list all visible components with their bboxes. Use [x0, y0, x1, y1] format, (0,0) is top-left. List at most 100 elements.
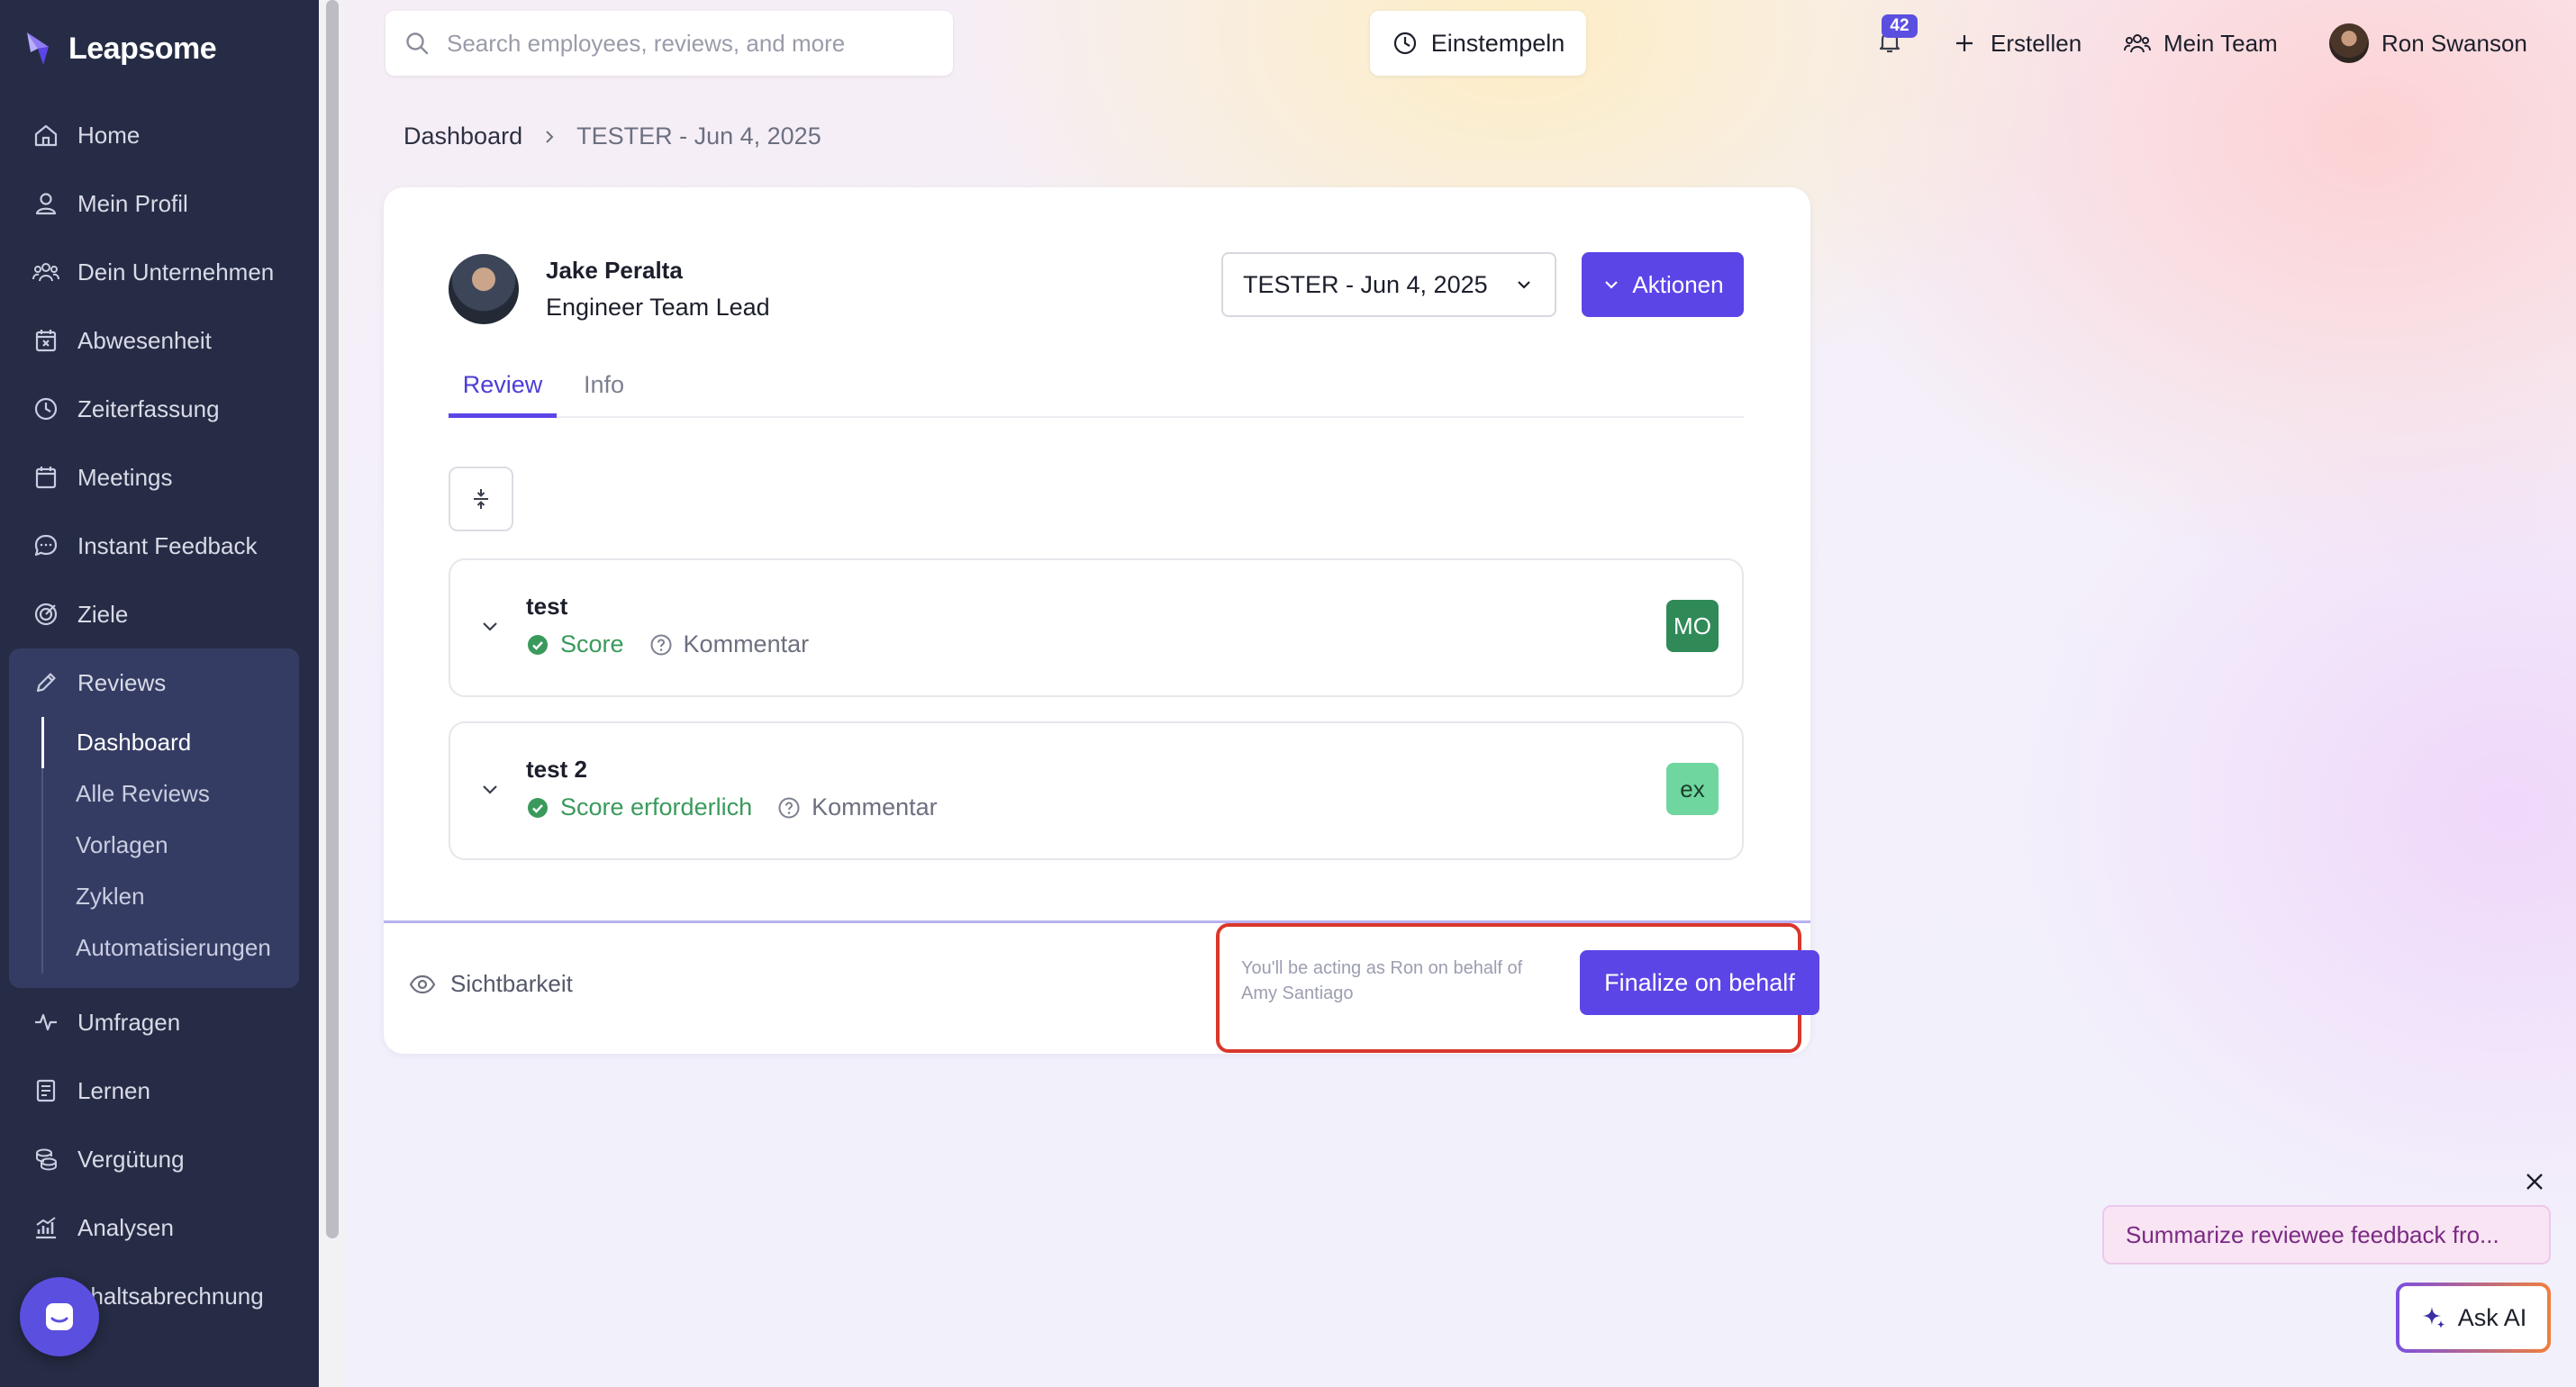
- clock-in-button[interactable]: Einstempeln: [1370, 11, 1586, 76]
- reviewer-initials-badge: MO: [1666, 600, 1719, 652]
- question-circle-icon: [650, 634, 672, 655]
- score-label: Score erforderlich: [560, 793, 753, 820]
- review-period-value: TESTER - Jun 4, 2025: [1243, 270, 1488, 298]
- sidebar-item-reviews[interactable]: Reviews: [9, 648, 299, 717]
- score-label: Score: [560, 630, 624, 657]
- sidebar-item-label: Abwesenheit: [77, 326, 212, 354]
- sidebar-item-label: Home: [77, 121, 141, 149]
- sidebar-item-label: Zeiterfassung: [77, 394, 220, 422]
- search-input[interactable]: [447, 29, 933, 58]
- calendar-x-icon: [35, 330, 57, 352]
- sidebar-item-analytics[interactable]: Analysen: [0, 1193, 319, 1262]
- comment-label: Kommentar: [812, 793, 938, 820]
- sidebar-item-profile[interactable]: Mein Profil: [0, 169, 319, 238]
- tab-info[interactable]: Info: [584, 357, 624, 418]
- tab-review[interactable]: Review: [449, 357, 557, 418]
- ask-ai-button[interactable]: Ask AI: [2396, 1283, 2551, 1353]
- actions-button[interactable]: Aktionen: [1582, 252, 1744, 317]
- subnav-item-templates[interactable]: Vorlagen: [43, 820, 299, 871]
- reviewee-header: Jake Peralta Engineer Team Lead: [449, 254, 770, 324]
- leapsome-logo[interactable]: Leapsome: [25, 25, 217, 72]
- create-button[interactable]: Erstellen: [1951, 23, 2082, 63]
- plus-icon: [1956, 35, 1973, 51]
- create-label: Erstellen: [1991, 29, 2082, 57]
- sidebar-item-label: Instant Feedback: [77, 531, 258, 559]
- sidebar-item-label: Umfragen: [77, 1008, 181, 1036]
- subnav-item-dashboard[interactable]: Dashboard: [41, 717, 299, 768]
- sidebar-item-surveys[interactable]: Umfragen: [0, 988, 319, 1056]
- comment-status: Kommentar: [649, 630, 810, 658]
- close-icon[interactable]: [2522, 1169, 2547, 1194]
- leapsome-logo-icon: [27, 32, 49, 65]
- team-icon: [2124, 34, 2151, 53]
- chevron-down-icon[interactable]: [477, 614, 503, 639]
- clock-in-label: Einstempeln: [1430, 29, 1565, 57]
- sidebar-item-label: Dein Unternehmen: [77, 258, 275, 286]
- sidebar-item-compensation[interactable]: Vergütung: [0, 1125, 319, 1193]
- sidebar-item-goals[interactable]: Ziele: [0, 580, 319, 648]
- global-search[interactable]: [385, 11, 953, 76]
- question-card[interactable]: test Score Kommentar MO: [449, 558, 1744, 697]
- question-circle-icon: [778, 797, 800, 818]
- coins-icon: [36, 1148, 57, 1171]
- sidebar-item-home[interactable]: Home: [0, 101, 319, 169]
- main-nav: Home Mein Profil Dein Unternehmen Abwese…: [0, 101, 319, 1330]
- subnav-item-cycles[interactable]: Zyklen: [43, 871, 299, 922]
- search-icon: [406, 32, 429, 55]
- collapse-all-button[interactable]: [449, 467, 513, 531]
- my-team-button[interactable]: Mein Team: [2124, 23, 2278, 63]
- breadcrumb-dashboard[interactable]: Dashboard: [404, 122, 522, 150]
- user-name: Ron Swanson: [2381, 29, 2527, 57]
- sidebar-item-label: Ziele: [77, 600, 129, 628]
- chevron-down-icon: [1605, 281, 1619, 289]
- sidebar-item-label: Meetings: [77, 463, 173, 491]
- ask-ai-label: Ask AI: [2457, 1303, 2527, 1331]
- eye-icon: [409, 975, 436, 993]
- sidebar-item-meetings[interactable]: Meetings: [0, 443, 319, 512]
- subnav-item-automations[interactable]: Automatisierungen: [43, 922, 299, 974]
- score-status: Score: [526, 630, 624, 658]
- sidebar-item-absence[interactable]: Abwesenheit: [0, 306, 319, 375]
- question-card[interactable]: test 2 Score erforderlich Kommentar ex: [449, 721, 1744, 860]
- clock-icon: [34, 397, 58, 421]
- review-card: Jake Peralta Engineer Team Lead TESTER -…: [384, 187, 1819, 1054]
- sidebar-item-label: Analysen: [77, 1213, 174, 1241]
- sidebar-item-label: Mein Profil: [77, 189, 188, 217]
- finalize-on-behalf-button[interactable]: Finalize on behalf: [1580, 950, 1819, 1015]
- sidebar-item-time-tracking[interactable]: Zeiterfassung: [0, 375, 319, 443]
- reviewee-name: Jake Peralta: [546, 257, 683, 284]
- sidebar-item-label: Reviews: [77, 668, 167, 696]
- sidebar-scrollbar-thumb[interactable]: [326, 0, 339, 1238]
- question-meta: Score Kommentar: [526, 630, 809, 658]
- visibility-label: Sichtbarkeit: [450, 970, 573, 997]
- ai-suggestion-chip[interactable]: Summarize reviewee feedback fro...: [2102, 1205, 2551, 1265]
- avatar: [2329, 23, 2369, 63]
- sidebar-item-learning[interactable]: Lernen: [0, 1056, 319, 1125]
- check-circle-icon: [528, 634, 548, 655]
- my-team-label: Mein Team: [2163, 29, 2278, 57]
- visibility-button[interactable]: Sichtbarkeit: [409, 970, 573, 998]
- support-chat-button[interactable]: [20, 1277, 99, 1356]
- user-menu[interactable]: Ron Swanson: [2329, 23, 2527, 63]
- question-title: test: [526, 593, 568, 620]
- review-period-select[interactable]: TESTER - Jun 4, 2025: [1221, 252, 1556, 317]
- check-circle-icon: [528, 797, 548, 818]
- chevron-right-icon: [546, 130, 554, 143]
- pencil-icon: [36, 673, 56, 693]
- pulse-icon: [35, 1013, 57, 1031]
- sidebar-item-label: Lernen: [77, 1076, 150, 1104]
- sidebar-item-company[interactable]: Dein Unternehmen: [0, 238, 319, 306]
- review-tabs: Review Info: [449, 357, 1744, 418]
- user-icon: [35, 193, 57, 215]
- chevron-down-icon[interactable]: [477, 777, 503, 802]
- sparkle-icon: [2422, 1307, 2444, 1328]
- chat-support-icon: [46, 1303, 73, 1330]
- people-icon: [32, 263, 59, 282]
- score-status: Score erforderlich: [526, 793, 752, 821]
- question-meta: Score erforderlich Kommentar: [526, 793, 938, 821]
- comment-label: Kommentar: [683, 630, 810, 657]
- subnav-item-all-reviews[interactable]: Alle Reviews: [43, 768, 299, 820]
- sidebar-item-label: Vergütung: [77, 1145, 185, 1173]
- sidebar-item-instant-feedback[interactable]: Instant Feedback: [0, 512, 319, 580]
- review-footer: Sichtbarkeit You'll be acting as Ron on …: [384, 920, 1819, 1054]
